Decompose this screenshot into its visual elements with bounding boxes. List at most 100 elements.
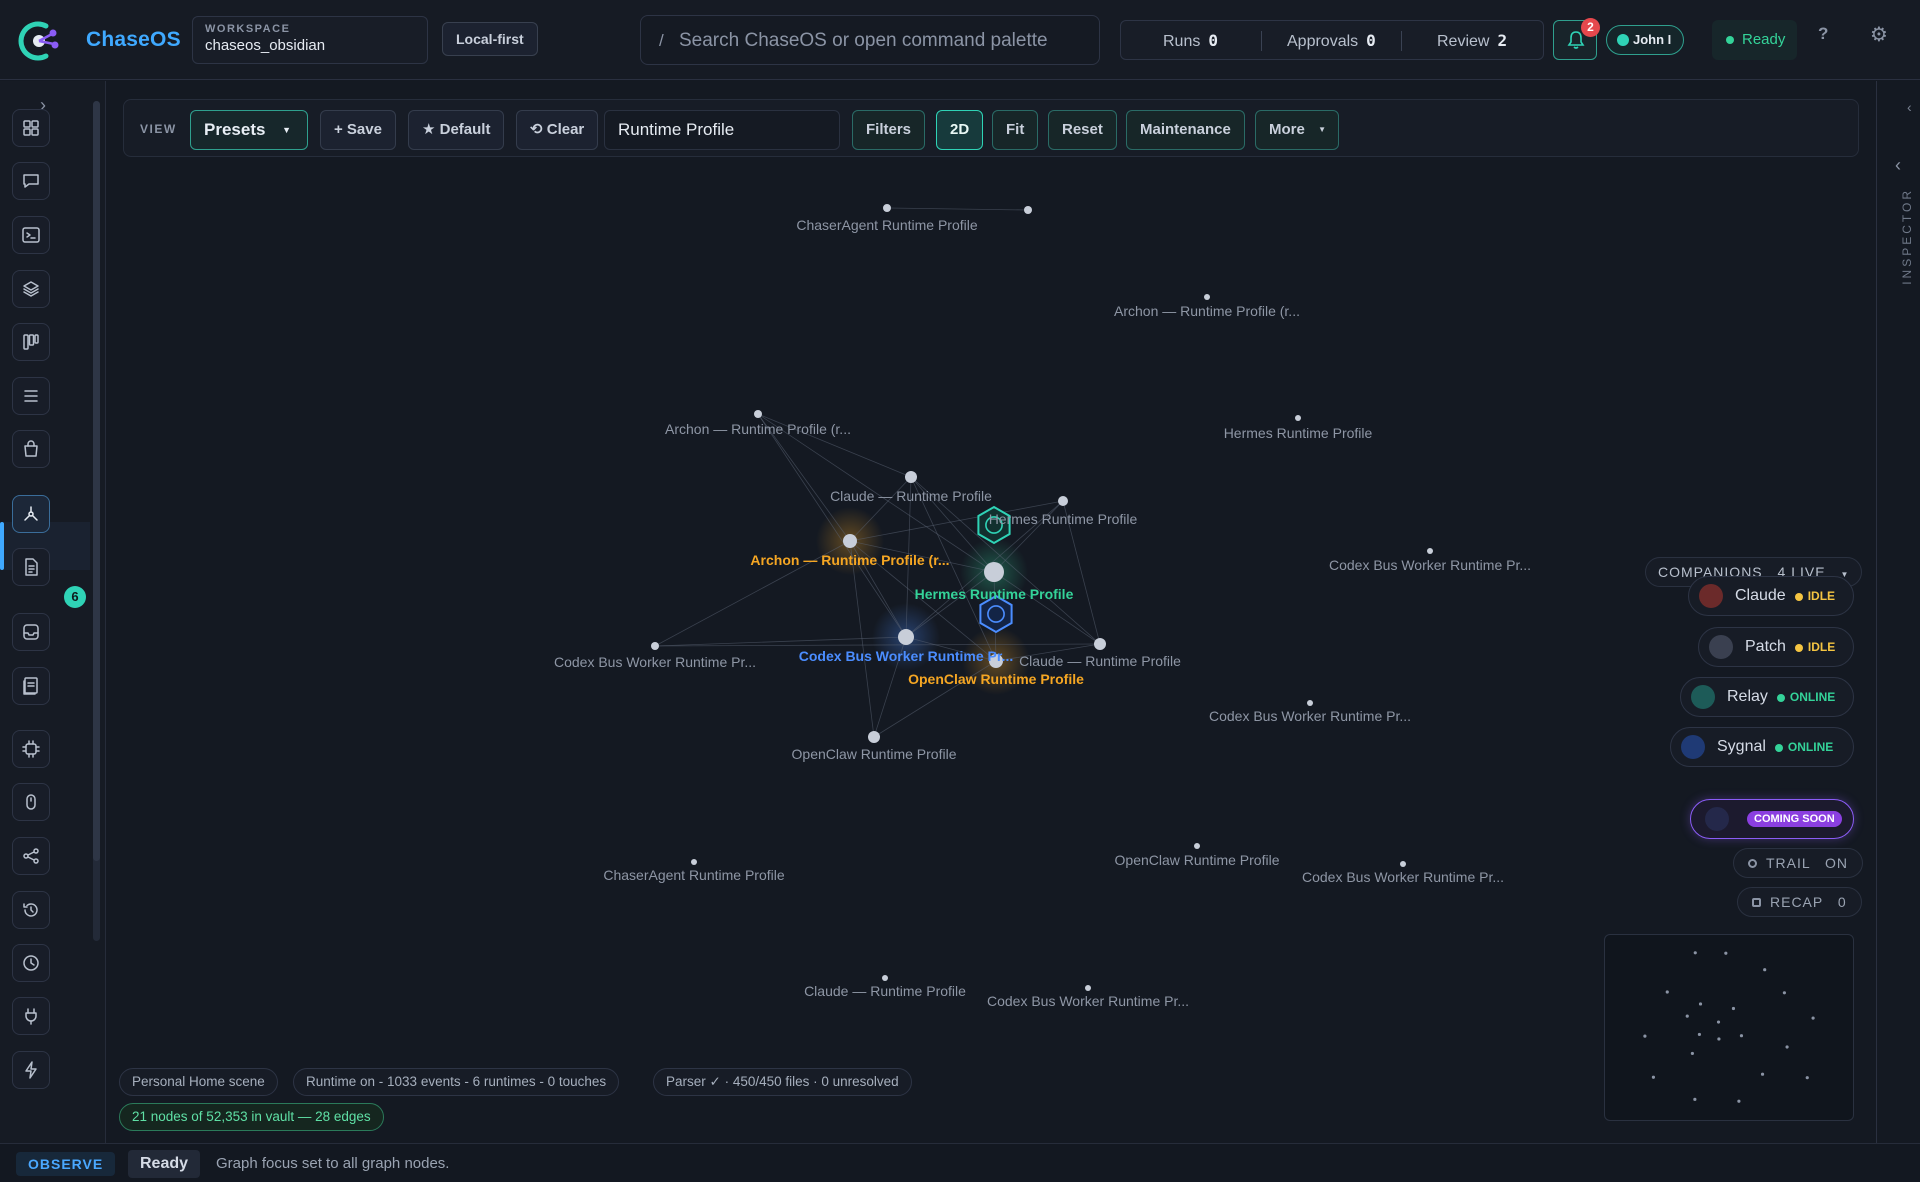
nav-item-grid[interactable] (12, 109, 50, 147)
inbox-icon (23, 624, 39, 640)
node-label[interactable]: Claude — Runtime Profile (804, 983, 966, 999)
graph-node[interactable] (1295, 415, 1301, 421)
default-button[interactable]: ★ Default (408, 110, 505, 150)
nav-item-history[interactable] (12, 891, 50, 929)
graph-node[interactable] (1427, 548, 1433, 554)
parser-chip[interactable]: Parser ✓ · 450/450 files · 0 unresolved (653, 1068, 912, 1096)
node-label[interactable]: Codex Bus Worker Runtime Pr... (799, 648, 1013, 664)
node-label[interactable]: Codex Bus Worker Runtime Pr... (1329, 557, 1531, 573)
graph-node[interactable] (651, 642, 659, 650)
reset-button[interactable]: Reset (1048, 110, 1117, 150)
open-inspector-icon[interactable]: ‹ (1895, 155, 1901, 176)
node-label[interactable]: Codex Bus Worker Runtime Pr... (1302, 869, 1504, 885)
help-icon[interactable]: ? (1818, 24, 1828, 44)
notes-icon (23, 677, 38, 695)
companion-claude[interactable]: Claude IDLE (1688, 576, 1854, 616)
notifications-button[interactable]: 2 (1553, 18, 1600, 60)
graph-node[interactable] (905, 471, 917, 483)
chaseos-logo-icon[interactable] (16, 18, 62, 64)
node-label[interactable]: Claude — Runtime Profile (1019, 653, 1181, 669)
node-label[interactable]: Codex Bus Worker Runtime Pr... (554, 654, 756, 670)
companion-sygnal[interactable]: Sygnal ONLINE (1670, 727, 1854, 767)
nav-item-notes[interactable] (12, 667, 50, 705)
nav-item-terminal[interactable] (12, 216, 50, 254)
nav-item-bolt[interactable] (12, 1051, 50, 1089)
nav-item-clock[interactable] (12, 944, 50, 982)
node-label[interactable]: Hermes Runtime Profile (1224, 425, 1373, 441)
graph-node[interactable] (1085, 985, 1091, 991)
nav-item-graph[interactable] (12, 495, 50, 533)
workspace-selector[interactable]: WORKSPACE chaseos_obsidian (192, 16, 428, 64)
graph-node[interactable] (691, 859, 697, 865)
nav-item-chip[interactable] (12, 730, 50, 768)
node-label[interactable]: Codex Bus Worker Runtime Pr... (1209, 708, 1411, 724)
nav-item-layers[interactable] (12, 270, 50, 308)
node-label[interactable]: Hermes Runtime Profile (989, 511, 1138, 527)
trail-toggle[interactable]: TRAIL ON (1733, 848, 1864, 878)
node-label[interactable]: ChaserAgent Runtime Profile (796, 217, 977, 233)
approvals-counter[interactable]: Approvals 0 (1287, 31, 1376, 51)
collapse-inspector-icon[interactable]: ‹ (1907, 99, 1912, 115)
graph-node[interactable] (868, 731, 880, 743)
graph-node[interactable] (984, 562, 1004, 582)
nav-item-mouse[interactable] (12, 783, 50, 821)
inspector-label[interactable]: INSPECTOR (1900, 188, 1914, 285)
nav-item-list[interactable] (12, 377, 50, 415)
nav-item-kanban[interactable] (12, 323, 50, 361)
nav-item-document[interactable] (12, 548, 50, 586)
rail-scrollbar[interactable] (93, 101, 100, 941)
nav-item-plug[interactable] (12, 997, 50, 1035)
search-input[interactable]: / Search ChaseOS or open command palette (640, 15, 1100, 65)
companion-name: Relay (1727, 688, 1768, 705)
node-label[interactable]: OpenClaw Runtime Profile (1115, 852, 1280, 868)
graph-query-input[interactable]: Runtime Profile (604, 110, 840, 150)
filters-button[interactable]: Filters (852, 110, 926, 150)
node-label[interactable]: Archon — Runtime Profile (r... (1114, 303, 1300, 319)
user-menu[interactable]: John I (1606, 25, 1685, 55)
nav-item-bag[interactable] (12, 430, 50, 468)
review-counter[interactable]: Review 2 (1437, 31, 1507, 51)
recap-toggle[interactable]: RECAP 0 (1737, 887, 1862, 917)
nav-item-share[interactable] (12, 837, 50, 875)
graph-node[interactable] (843, 534, 857, 548)
mode-2d-toggle[interactable]: 2D (936, 110, 984, 150)
graph-node[interactable] (1204, 294, 1210, 300)
mode-indicator[interactable]: OBSERVE (16, 1152, 116, 1176)
node-label[interactable]: OpenClaw Runtime Profile (908, 671, 1084, 687)
gear-icon[interactable]: ⚙ (1870, 22, 1888, 47)
scene-chip[interactable]: Personal Home scene (119, 1068, 278, 1096)
graph-node[interactable] (1400, 861, 1406, 867)
coming-soon-companion[interactable]: COMING SOON (1690, 799, 1854, 839)
node-label[interactable]: Archon — Runtime Profile (r... (750, 552, 949, 568)
graph-node[interactable] (1307, 700, 1313, 706)
save-button[interactable]: + Save (320, 110, 396, 150)
runs-counter[interactable]: Runs 0 (1163, 31, 1218, 51)
companion-relay[interactable]: Relay ONLINE (1680, 677, 1854, 717)
graph-node[interactable] (754, 410, 762, 418)
graph-node[interactable] (882, 975, 888, 981)
graph-node[interactable] (1094, 638, 1106, 650)
runtime-chip[interactable]: Runtime on - 1033 events - 6 runtimes - … (293, 1068, 620, 1096)
node-label[interactable]: Hermes Runtime Profile (915, 586, 1074, 602)
nav-item-inbox[interactable] (12, 613, 50, 651)
graph-stage[interactable]: ChaserAgent Runtime Profile Archon — Runt… (107, 81, 1875, 1143)
maintenance-button[interactable]: Maintenance (1126, 110, 1245, 150)
graph-node[interactable] (1058, 496, 1068, 506)
node-label[interactable]: Archon — Runtime Profile (r... (665, 421, 851, 437)
nav-item-chat[interactable] (12, 162, 50, 200)
more-dropdown[interactable]: More ▼ (1255, 110, 1339, 150)
fit-button[interactable]: Fit (992, 110, 1039, 150)
graph-node[interactable] (1024, 206, 1032, 214)
node-label[interactable]: Codex Bus Worker Runtime Pr... (987, 993, 1189, 1009)
node-label[interactable]: ChaserAgent Runtime Profile (603, 867, 784, 883)
node-label[interactable]: OpenClaw Runtime Profile (792, 746, 957, 762)
node-label[interactable]: Claude — Runtime Profile (830, 488, 992, 504)
graph-node[interactable] (1194, 843, 1200, 849)
presets-dropdown[interactable]: Presets ▼ (190, 110, 308, 150)
mode-badge[interactable]: Local-first (442, 22, 538, 56)
graph-node[interactable] (883, 204, 891, 212)
clear-button[interactable]: ⟲ Clear (516, 110, 599, 150)
companion-patch[interactable]: Patch IDLE (1698, 627, 1854, 667)
graph-node[interactable] (898, 629, 914, 645)
graph-minimap[interactable] (1604, 934, 1854, 1121)
